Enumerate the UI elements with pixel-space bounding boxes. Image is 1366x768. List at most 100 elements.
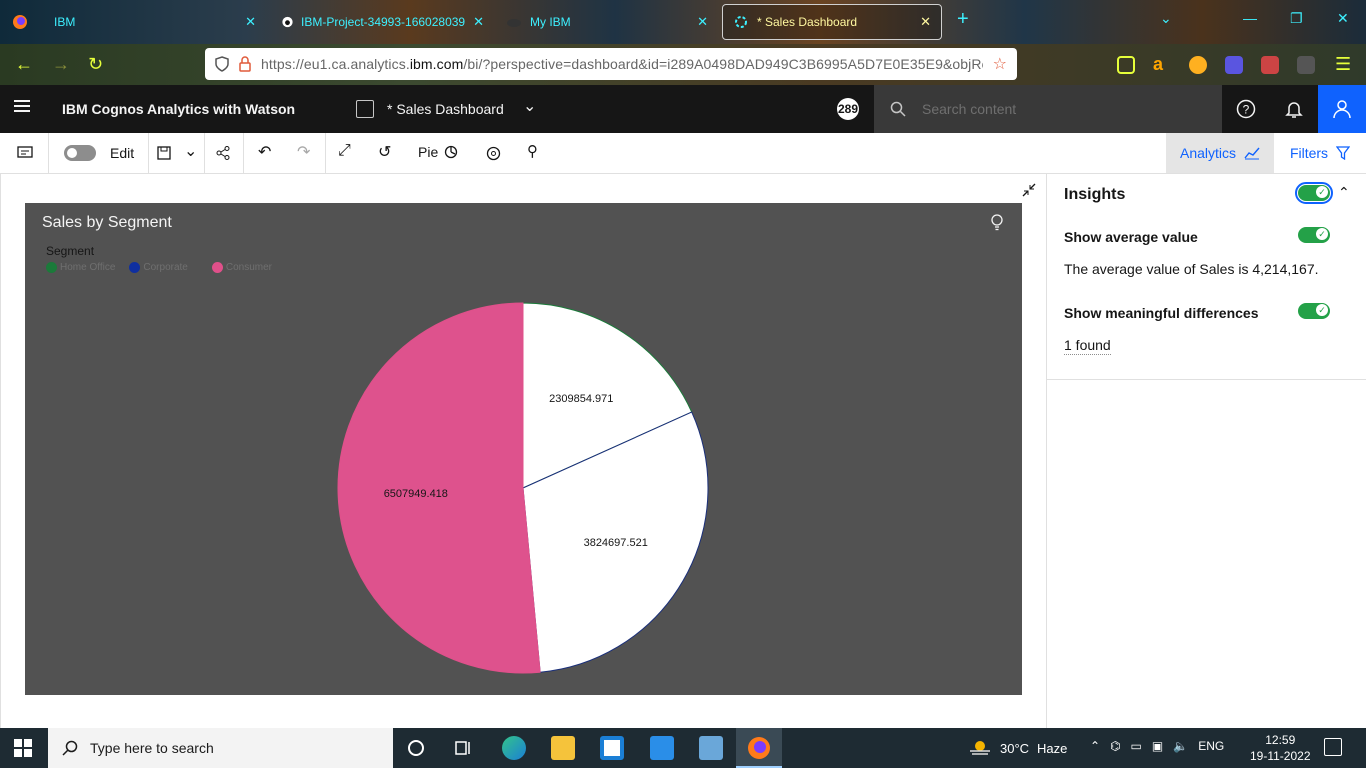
taskbar-firefox[interactable] <box>736 728 782 768</box>
taskbar-search-placeholder: Type here to search <box>90 740 214 756</box>
app-menu-icon[interactable]: ☰ <box>1335 54 1351 75</box>
forward-arrow-icon[interactable]: → <box>52 54 70 75</box>
url-suffix: /bi/?perspective=dashboard&id=i289A0498D… <box>463 56 983 72</box>
average-value-text: The average value of Sales is 4,214,167. <box>1064 261 1319 277</box>
firefox-menu-icon[interactable] <box>12 14 28 30</box>
properties-icon[interactable] <box>486 146 501 161</box>
chevron-down-icon[interactable]: ⌄ <box>523 96 536 116</box>
address-bar[interactable]: https://eu1.ca.analytics.ibm.com/bi/?per… <box>205 48 1017 80</box>
notifications-bell-icon[interactable] <box>1284 99 1304 119</box>
tab-github-project[interactable]: IBM-Project-34993-166028039 ✕ <box>272 4 494 40</box>
windows-start-icon[interactable] <box>14 739 32 757</box>
lock-icon[interactable] <box>239 56 251 72</box>
battery-icon[interactable]: ▭ <box>1131 739 1142 753</box>
extension-k-icon[interactable] <box>1297 56 1315 74</box>
list-all-tabs-icon[interactable]: ⌄ <box>1160 10 1172 27</box>
taskbar-search[interactable]: Type here to search <box>48 728 393 768</box>
search-icon <box>62 740 78 756</box>
close-icon[interactable]: ✕ <box>697 14 708 30</box>
pocket-icon[interactable] <box>1117 56 1135 74</box>
dashboard-title[interactable]: * Sales Dashboard <box>387 101 504 117</box>
url-text[interactable]: https://eu1.ca.analytics.ibm.com/bi/?per… <box>261 56 983 72</box>
tab-label: IBM <box>54 15 76 29</box>
browser-tab-strip: IBM ✕ IBM-Project-34993-166028039 ✕ My I… <box>0 0 1366 44</box>
edge-icon[interactable] <box>502 736 526 760</box>
extension-d-icon[interactable] <box>1225 56 1243 74</box>
browser-nav-bar: ← → ↻ https://eu1.ca.analytics.ibm.com/b… <box>0 44 1366 85</box>
save-icon[interactable] <box>157 146 171 160</box>
extension-desc-icon[interactable] <box>1261 56 1279 74</box>
rotate-icon[interactable]: ↺ <box>378 142 391 162</box>
chevron-down-icon[interactable]: ⌄ <box>184 141 197 161</box>
tab-my-ibm[interactable]: My IBM ✕ <box>496 4 718 40</box>
help-icon[interactable]: ? <box>1236 99 1256 119</box>
clock[interactable]: 12:59 19-11-2022 <box>1250 732 1311 764</box>
network-icon[interactable]: ⌬ <box>1110 739 1120 753</box>
expand-icon[interactable]: ⤢ <box>338 142 351 160</box>
tab-label: * Sales Dashboard <box>757 15 858 29</box>
display-icon[interactable]: ▣ <box>1152 739 1163 753</box>
firefox-icon <box>748 737 770 759</box>
filter-icon <box>1336 146 1351 160</box>
file-explorer-icon[interactable] <box>551 736 575 760</box>
collapse-icon[interactable] <box>1021 182 1037 198</box>
close-window-icon[interactable]: ✕ <box>1337 10 1349 27</box>
insights-title: Insights <box>1064 186 1126 203</box>
reload-icon[interactable]: ↻ <box>88 54 103 75</box>
tab-analytics[interactable]: Analytics <box>1166 133 1274 173</box>
analytics-label: Analytics <box>1179 145 1237 161</box>
shield-icon[interactable] <box>215 56 229 72</box>
tab-filters[interactable]: Filters <box>1274 133 1366 173</box>
close-icon[interactable]: ✕ <box>473 14 484 30</box>
tab-label: IBM-Project-34993-166028039 <box>300 15 466 29</box>
close-icon[interactable]: ✕ <box>920 14 931 30</box>
cognos-icon <box>735 16 747 28</box>
task-view-icon[interactable] <box>452 736 476 760</box>
volume-icon[interactable]: 🔈 <box>1173 739 1188 753</box>
back-arrow-icon[interactable]: ← <box>15 54 33 75</box>
app-title: IBM Cognos Analytics with Watson <box>62 101 296 117</box>
tab-ibm[interactable]: IBM ✕ <box>44 4 266 40</box>
pie-data-label: 6507949.418 <box>384 488 448 500</box>
svg-text:?: ? <box>1243 103 1250 117</box>
language-indicator[interactable]: ENG <box>1198 739 1224 753</box>
viz-type-selector[interactable]: Pie <box>418 144 458 160</box>
notification-badge[interactable]: 289 <box>837 98 859 120</box>
weather-widget[interactable]: 30°C Haze <box>968 739 1067 757</box>
edit-toggle[interactable] <box>64 145 96 161</box>
extension-orange-icon[interactable] <box>1189 56 1207 74</box>
insights-toggle[interactable] <box>1295 182 1333 204</box>
show-average-toggle[interactable] <box>1298 227 1330 243</box>
share-icon[interactable] <box>216 146 230 160</box>
notification-center-icon[interactable] <box>1324 738 1342 756</box>
new-tab-icon[interactable]: + <box>957 8 969 31</box>
pin-icon[interactable]: ⚲ <box>527 142 538 160</box>
redo-icon[interactable]: ↷ <box>297 142 310 162</box>
weather-temperature: 30°C <box>1000 740 1030 756</box>
differences-found-link[interactable]: 1 found <box>1064 337 1111 355</box>
system-tray: ⌃ ⌬ ▭ ▣ 🔈 ENG <box>1090 739 1224 753</box>
hamburger-menu-icon[interactable] <box>14 100 30 115</box>
remote-desktop-icon[interactable] <box>699 736 723 760</box>
comment-icon[interactable] <box>17 145 33 161</box>
haze-weather-icon <box>970 741 990 755</box>
amazon-extension-icon[interactable]: a <box>1153 54 1171 74</box>
search-input[interactable] <box>922 101 1212 117</box>
search-bar[interactable] <box>874 85 1222 133</box>
chevron-up-icon[interactable]: ⌃ <box>1090 739 1100 753</box>
microsoft-store-icon[interactable] <box>600 736 624 760</box>
meaningful-differences-toggle[interactable] <box>1298 303 1330 319</box>
tab-sales-dashboard[interactable]: * Sales Dashboard ✕ <box>722 4 942 40</box>
minimize-icon[interactable]: — <box>1243 10 1257 26</box>
close-icon[interactable]: ✕ <box>245 14 256 30</box>
bookmark-star-icon[interactable]: ☆ <box>993 54 1007 74</box>
edit-toggle-group[interactable]: Edit <box>64 145 134 161</box>
user-profile-button[interactable] <box>1318 85 1366 133</box>
pie-chart-widget[interactable]: Sales by Segment Segment Home Office Cor… <box>25 203 1022 695</box>
insights-panel: Insights ⌃ Show average value The averag… <box>1046 174 1366 728</box>
chevron-up-icon[interactable]: ⌃ <box>1338 184 1350 201</box>
undo-icon[interactable]: ↶ <box>258 142 271 162</box>
cortana-icon[interactable] <box>404 736 428 760</box>
maximize-icon[interactable]: ❐ <box>1290 10 1303 27</box>
mail-icon[interactable] <box>650 736 674 760</box>
